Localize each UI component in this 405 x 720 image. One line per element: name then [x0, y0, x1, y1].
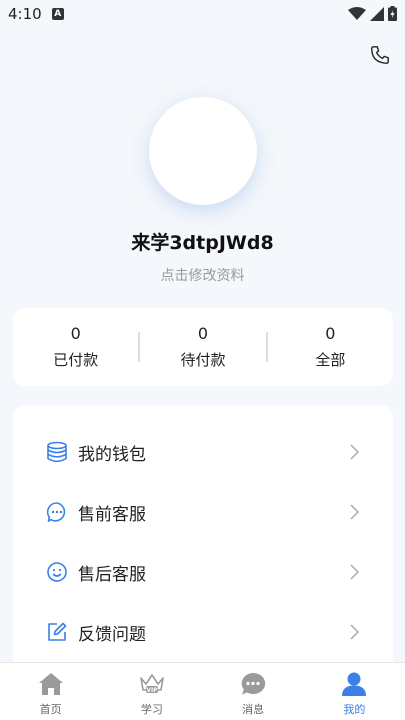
tab-home[interactable]: 首页: [0, 663, 101, 720]
order-unpaid[interactable]: 0 待付款: [140, 324, 265, 370]
edit-icon: [46, 621, 68, 643]
edit-profile-link[interactable]: 点击修改资料: [0, 265, 405, 285]
menu-item-presales[interactable]: 售前客服: [13, 487, 393, 537]
wallet-icon: [46, 441, 68, 463]
svg-text:VIP: VIP: [146, 687, 158, 694]
tab-study[interactable]: VIP 学习: [101, 663, 202, 720]
phone-button[interactable]: [369, 44, 393, 68]
status-bar: 4:10 A: [0, 0, 405, 28]
chevron-right-icon: [350, 504, 359, 520]
status-time: 4:10: [8, 5, 42, 23]
tab-messages-label: 消息: [242, 703, 265, 716]
status-icons: [348, 6, 397, 21]
tab-messages[interactable]: 消息: [203, 663, 304, 720]
tab-mine-label: 我的: [343, 703, 366, 716]
order-paid-count: 0: [70, 324, 81, 343]
tab-mine[interactable]: 我的: [304, 663, 405, 720]
home-icon: [37, 671, 65, 697]
notification-icon: A: [51, 8, 64, 20]
person-icon: [340, 671, 368, 697]
menu-card: 我的钱包 售前客服 售后客服 反馈问题: [13, 405, 393, 685]
menu-item-feedback[interactable]: 反馈问题: [13, 607, 393, 657]
order-paid-label: 已付款: [53, 351, 99, 369]
order-unpaid-count: 0: [197, 324, 209, 343]
order-stats-card: 0 已付款 0 待付款 0 全部: [13, 308, 393, 386]
message-icon: [239, 671, 267, 697]
vip-crown-icon: VIP: [138, 671, 166, 697]
tab-home-label: 首页: [39, 703, 62, 716]
order-all-label: 全部: [315, 351, 346, 369]
wifi-icon: [348, 6, 366, 20]
menu-label-presales: 售前客服: [78, 504, 146, 525]
phone-icon: [371, 46, 389, 64]
menu-label-wallet: 我的钱包: [78, 444, 146, 465]
smiley-icon: [46, 561, 68, 583]
chevron-right-icon: [350, 564, 359, 580]
order-unpaid-label: 待付款: [180, 351, 226, 369]
chevron-right-icon: [350, 624, 359, 640]
bottom-tab-bar: 首页 VIP 学习 消息 我的: [0, 662, 405, 720]
chat-bubble-icon: [46, 501, 68, 523]
username: 来学3dtpJWd8: [131, 232, 274, 254]
tab-study-label: 学习: [140, 703, 163, 716]
avatar[interactable]: [149, 97, 257, 205]
order-all-count: 0: [325, 324, 336, 343]
menu-label-aftersales: 售后客服: [78, 564, 146, 585]
order-paid[interactable]: 0 已付款: [13, 324, 138, 370]
menu-item-aftersales[interactable]: 售后客服: [13, 547, 393, 597]
order-all[interactable]: 0 全部: [268, 324, 393, 370]
signal-icon: [370, 6, 384, 21]
menu-label-feedback: 反馈问题: [78, 624, 146, 645]
menu-item-wallet[interactable]: 我的钱包: [13, 427, 393, 477]
chevron-right-icon: [350, 444, 359, 460]
battery-icon: [388, 6, 397, 21]
